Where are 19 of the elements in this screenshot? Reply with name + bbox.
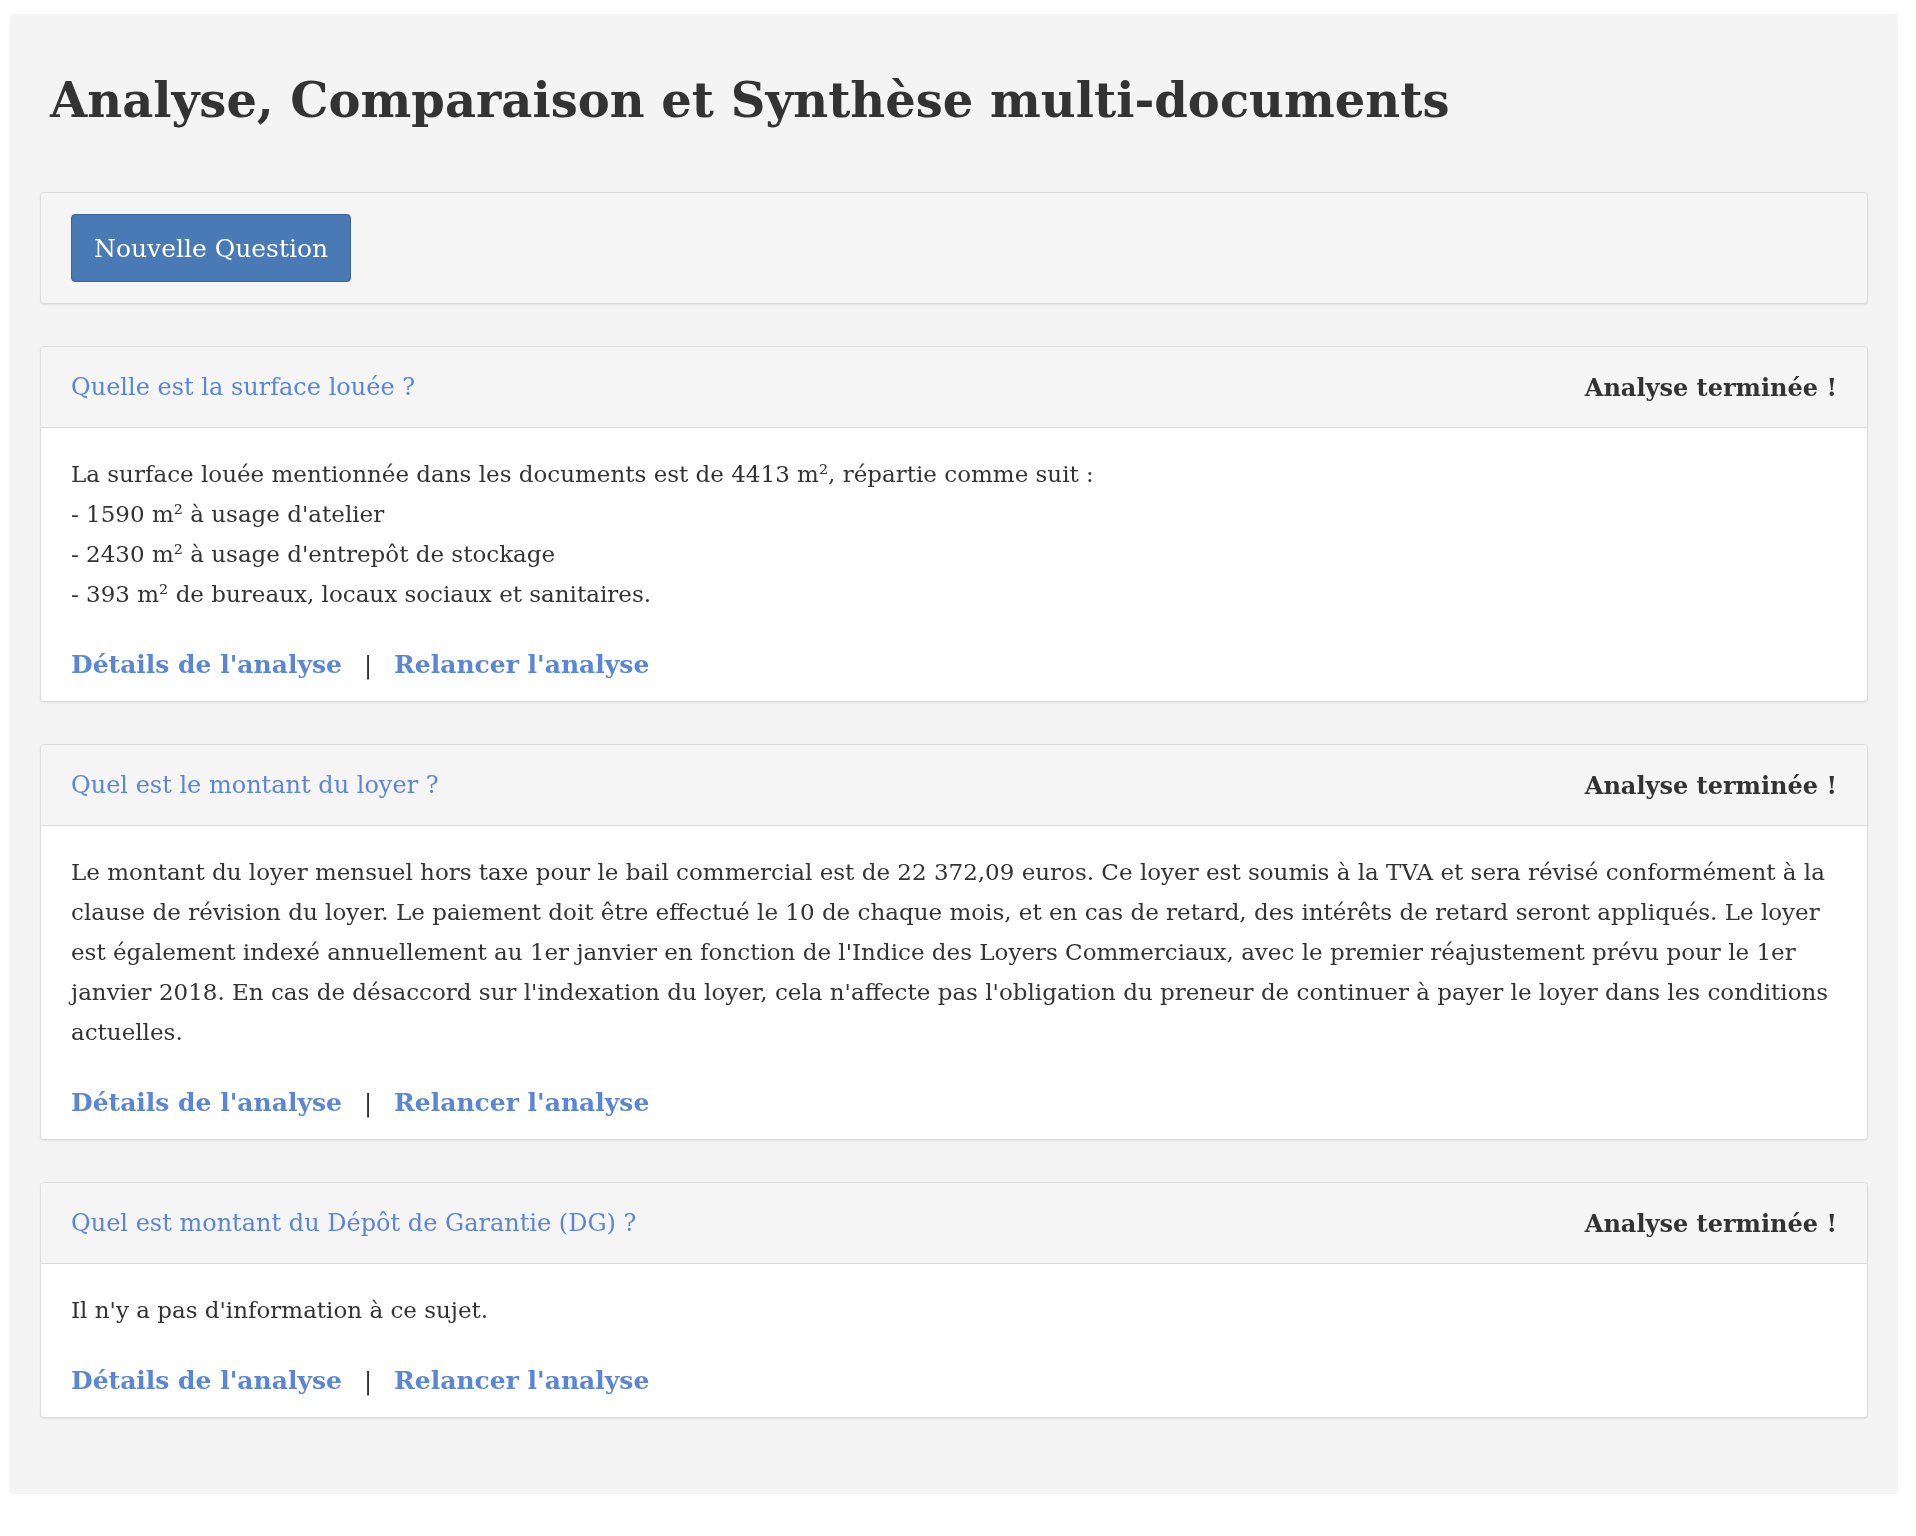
page-title: Analyse, Comparaison et Synthèse multi-documents [50, 72, 1451, 128]
question-link[interactable]: Quel est le montant du loyer ? [71, 771, 439, 799]
status-text: Analyse terminée ! [1584, 372, 1837, 402]
details-link[interactable]: Détails de l'analyse [71, 1366, 342, 1395]
separator-text: | [363, 650, 373, 679]
question-link[interactable]: Quelle est la surface louée ? [71, 373, 416, 401]
rerun-link[interactable]: Relancer l'analyse [394, 650, 650, 679]
rerun-link[interactable]: Relancer l'analyse [394, 1366, 650, 1395]
details-link[interactable]: Détails de l'analyse [71, 650, 342, 679]
rerun-link[interactable]: Relancer l'analyse [394, 1088, 650, 1117]
question-link[interactable]: Quel est montant du Dépôt de Garantie (DG) ? [71, 1209, 637, 1237]
answer-text: La surface louée mentionnée dans les documents est de 4413 m², répartie comme suit : - 1590 m² à usage d'atelier - 2430 m² à usage d'entrepôt de stockage - 393 m² de bureaux, locaux sociaux et sanitaires. [71, 460, 1095, 609]
status-text: Analyse terminée ! [1584, 1208, 1837, 1238]
answer-text: Il n'y a pas d'information à ce sujet. [71, 1296, 490, 1325]
details-link[interactable]: Détails de l'analyse [71, 1088, 342, 1117]
separator-text: | [363, 1366, 373, 1395]
new-question-button[interactable]: Nouvelle Question [71, 214, 352, 282]
separator-text: | [363, 1088, 373, 1117]
status-text: Analyse terminée ! [1584, 770, 1837, 800]
